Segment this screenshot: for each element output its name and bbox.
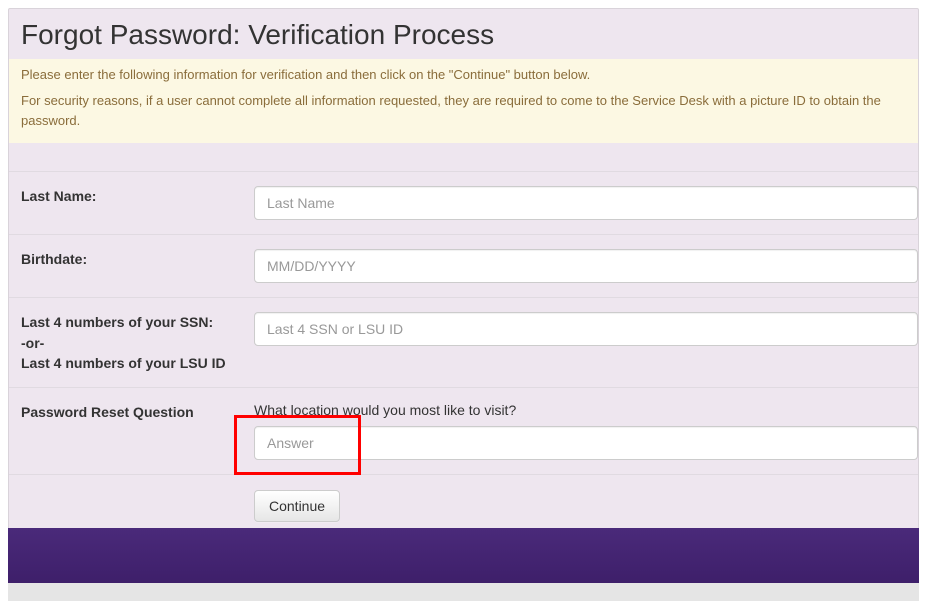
label-birthdate: Birthdate: (9, 249, 254, 269)
label-ssn-line1: Last 4 numbers of your SSN: (21, 312, 244, 332)
label-last-name: Last Name: (9, 186, 254, 206)
question-text: What location would you most like to vis… (254, 402, 918, 418)
ssn-input[interactable] (254, 312, 918, 346)
answer-input[interactable] (254, 426, 918, 460)
footer-shadow (8, 583, 919, 601)
row-ssn: Last 4 numbers of your SSN: -or- Last 4 … (9, 298, 918, 388)
verification-form: Last Name: Birthdate: Last 4 numbers of … (9, 143, 918, 542)
row-last-name: Last Name: (9, 171, 918, 235)
birthdate-input[interactable] (254, 249, 918, 283)
row-question: Password Reset Question What location wo… (9, 388, 918, 475)
last-name-input[interactable] (254, 186, 918, 220)
label-ssn: Last 4 numbers of your SSN: -or- Last 4 … (9, 312, 254, 373)
footer-bar (8, 528, 919, 583)
alert-line-1: Please enter the following information f… (21, 65, 906, 85)
label-ssn-line3: Last 4 numbers of your LSU ID (21, 353, 244, 373)
row-birthdate: Birthdate: (9, 235, 918, 298)
label-ssn-line2: -or- (21, 333, 244, 353)
label-question: Password Reset Question (9, 402, 254, 422)
main-panel: Forgot Password: Verification Process Pl… (8, 8, 919, 543)
page-title: Forgot Password: Verification Process (9, 9, 918, 59)
alert-line-2: For security reasons, if a user cannot c… (21, 91, 906, 131)
info-alert: Please enter the following information f… (9, 59, 918, 143)
continue-button[interactable]: Continue (254, 490, 340, 522)
